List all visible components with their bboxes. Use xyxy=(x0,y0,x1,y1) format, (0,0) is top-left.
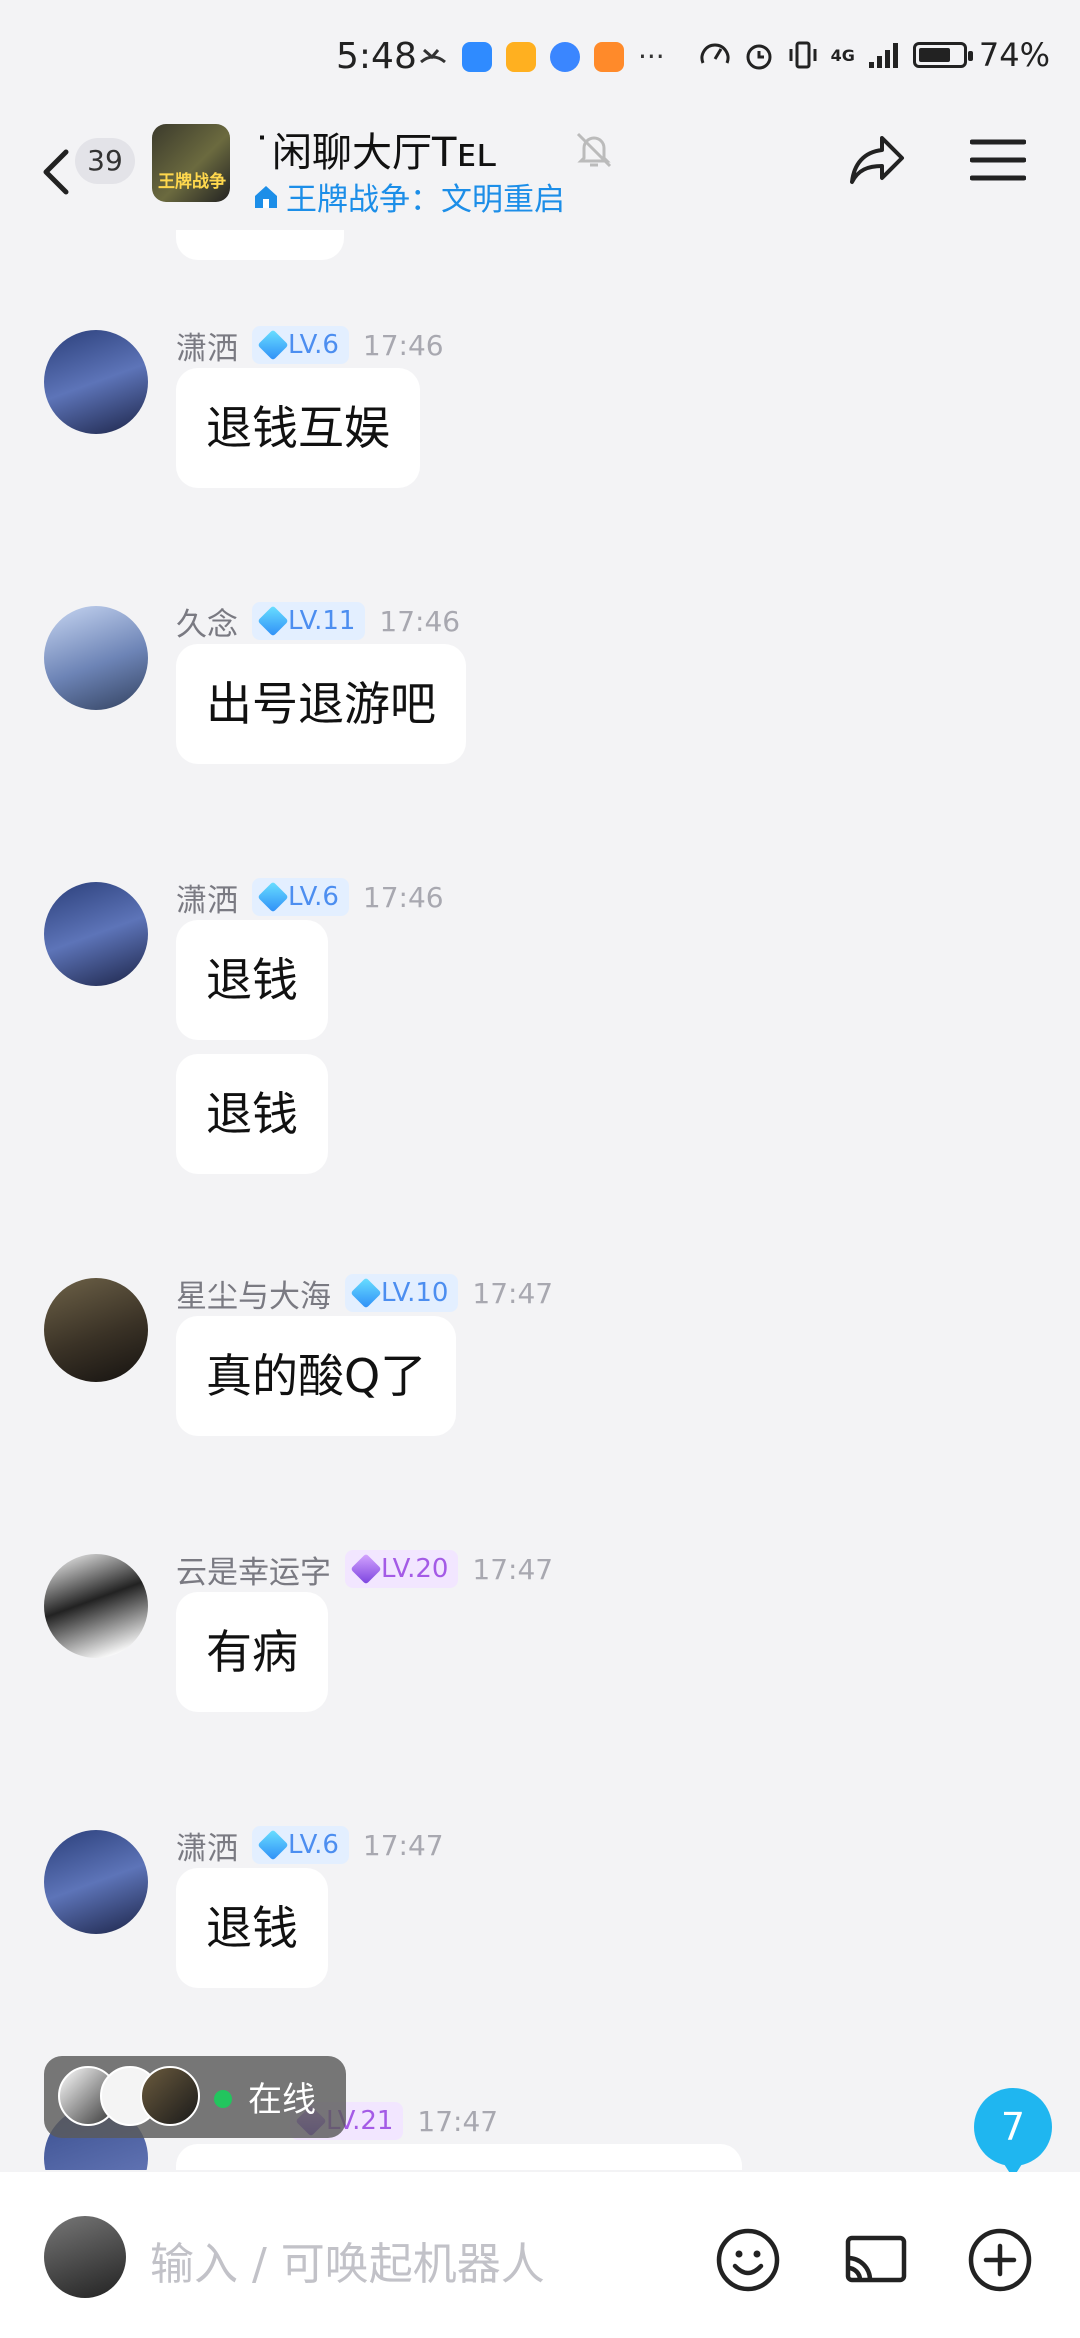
group-title[interactable]: ˙闲聊大厅Tᴇʟ xyxy=(252,120,496,178)
sender-nickname[interactable]: 潇洒 xyxy=(176,323,238,368)
sender-avatar[interactable] xyxy=(44,330,148,434)
message-time: 17:47 xyxy=(362,1828,444,1862)
message-bubble[interactable]: 真的酸Q了 xyxy=(176,1316,457,1436)
missed-call-icon xyxy=(420,48,446,63)
message-time: 17:47 xyxy=(472,1552,554,1586)
message-bubble[interactable]: 退钱互娱 xyxy=(176,368,420,488)
gem-icon xyxy=(257,1829,289,1861)
message-meta: 久念 LV.11 17:46 xyxy=(176,599,460,643)
unread-count-badge[interactable]: 39 xyxy=(75,138,135,184)
app-notification-icon xyxy=(506,41,536,72)
sender-nickname[interactable]: 潇洒 xyxy=(176,1823,238,1868)
app-notification-icon xyxy=(550,41,580,72)
app-notification-icon xyxy=(594,41,624,72)
network-label: 4G xyxy=(830,45,855,65)
alarm-icon xyxy=(746,44,772,70)
gem-icon xyxy=(257,881,289,913)
message-bubble[interactable]: 退钱 xyxy=(176,1054,328,1174)
message-bubble-partial[interactable] xyxy=(176,230,344,260)
online-avatar xyxy=(140,2066,200,2126)
level-label: LV.6 xyxy=(288,330,339,360)
vibrate-icon xyxy=(789,41,817,69)
sender-avatar[interactable] xyxy=(44,1830,148,1934)
sender-nickname[interactable]: 星尘与大海 xyxy=(176,1271,331,1316)
group-avatar-label: 王牌战争 xyxy=(158,172,226,192)
sender-nickname[interactable]: 云是幸运字 xyxy=(176,1547,331,1592)
status-bar: 5:48 ··· 4G 74% xyxy=(0,0,1080,120)
message-bubble[interactable]: 退钱 xyxy=(176,920,328,1040)
sender-avatar[interactable] xyxy=(44,606,148,710)
gem-icon xyxy=(257,605,289,637)
share-icon[interactable] xyxy=(846,128,908,190)
sender-avatar[interactable] xyxy=(44,882,148,986)
message-meta: 云是幸运字 LV.20 17:47 xyxy=(176,1547,553,1591)
message-meta: 潇洒 LV.6 17:46 xyxy=(176,323,444,367)
message-meta: 潇洒 LV.6 17:46 xyxy=(176,875,444,919)
message-bubble[interactable]: 有病 xyxy=(176,1592,328,1712)
hamburger-menu-icon[interactable] xyxy=(970,136,1026,184)
group-avatar[interactable]: 王牌战争 xyxy=(152,124,230,202)
status-notification-icons: ··· xyxy=(418,40,665,73)
my-avatar[interactable] xyxy=(44,2216,126,2298)
online-label: 在线 xyxy=(248,2080,316,2120)
message-time: 17:47 xyxy=(417,2104,499,2138)
message-meta: 潇洒 LV.6 17:47 xyxy=(176,1823,444,1867)
message-bubble[interactable]: 退钱 xyxy=(176,1868,328,1988)
online-members-pill[interactable]: 在线 xyxy=(44,2056,346,2138)
level-label: LV.10 xyxy=(381,1278,449,1308)
sender-nickname[interactable]: 潇洒 xyxy=(176,875,238,920)
input-bar: 输入 / 可唤起机器人 xyxy=(0,2172,1080,2338)
level-badge: LV.6 xyxy=(252,878,349,916)
message-input[interactable]: 输入 / 可唤起机器人 xyxy=(150,2228,545,2292)
level-badge: LV.10 xyxy=(345,1274,459,1312)
level-badge: LV.20 xyxy=(345,1550,459,1588)
level-label: LV.11 xyxy=(288,606,356,636)
level-label: LV.20 xyxy=(381,1554,449,1584)
gem-icon xyxy=(350,1553,382,1585)
message-time: 17:46 xyxy=(362,880,444,914)
gem-icon xyxy=(350,1277,382,1309)
bell-off-icon xyxy=(576,132,612,168)
message-time: 17:46 xyxy=(362,328,444,362)
plus-circle-icon[interactable] xyxy=(966,2226,1034,2294)
cast-icon[interactable] xyxy=(842,2226,910,2294)
message-time: 17:46 xyxy=(379,604,461,638)
level-badge: LV.11 xyxy=(252,602,366,640)
chat-header: 39 王牌战争 ˙闲聊大厅Tᴇʟ 王牌战争：文明重启 xyxy=(0,120,1080,230)
app-notification-icon xyxy=(462,41,492,72)
message-time: 17:47 xyxy=(472,1276,554,1310)
message-list[interactable]: 潇洒 LV.6 17:46 退钱互娱 久念 LV.11 17:46 出号退游吧 潇洒 LV.6 17… xyxy=(0,230,1080,2170)
online-status-dot xyxy=(214,2090,232,2108)
message-bubble[interactable]: 出号退游吧 xyxy=(176,644,466,764)
level-badge: LV.6 xyxy=(252,326,349,364)
speed-icon xyxy=(700,43,730,64)
emoji-icon[interactable] xyxy=(714,2226,782,2294)
sender-avatar[interactable] xyxy=(44,1554,148,1658)
level-label: LV.6 xyxy=(288,1830,339,1860)
chevron-left-icon[interactable] xyxy=(36,142,76,202)
more-notifications-icon: ··· xyxy=(638,40,665,73)
message-meta: 星尘与大海 LV.10 17:47 xyxy=(176,1271,553,1315)
gem-icon xyxy=(257,329,289,361)
level-badge: LV.6 xyxy=(252,1826,349,1864)
level-label: LV.6 xyxy=(288,882,339,912)
status-system-icons: 4G 74% xyxy=(699,36,1050,74)
new-message-count-badge[interactable]: 7 xyxy=(974,2088,1052,2178)
home-icon xyxy=(255,185,277,208)
group-subtitle-text: 王牌战争：文明重启 xyxy=(286,182,565,218)
battery-percent: 74% xyxy=(978,36,1050,74)
group-subtitle[interactable]: 王牌战争：文明重启 xyxy=(252,174,565,219)
battery-level-fill xyxy=(918,48,950,62)
signal-icon xyxy=(868,43,898,68)
status-time: 5:48 xyxy=(336,36,417,77)
message-bubble[interactable]: 建筑上限及设施上限细分 xyxy=(176,2144,742,2170)
sender-nickname[interactable]: 久念 xyxy=(176,599,238,644)
battery-icon xyxy=(912,42,973,68)
sender-avatar[interactable] xyxy=(44,1278,148,1382)
